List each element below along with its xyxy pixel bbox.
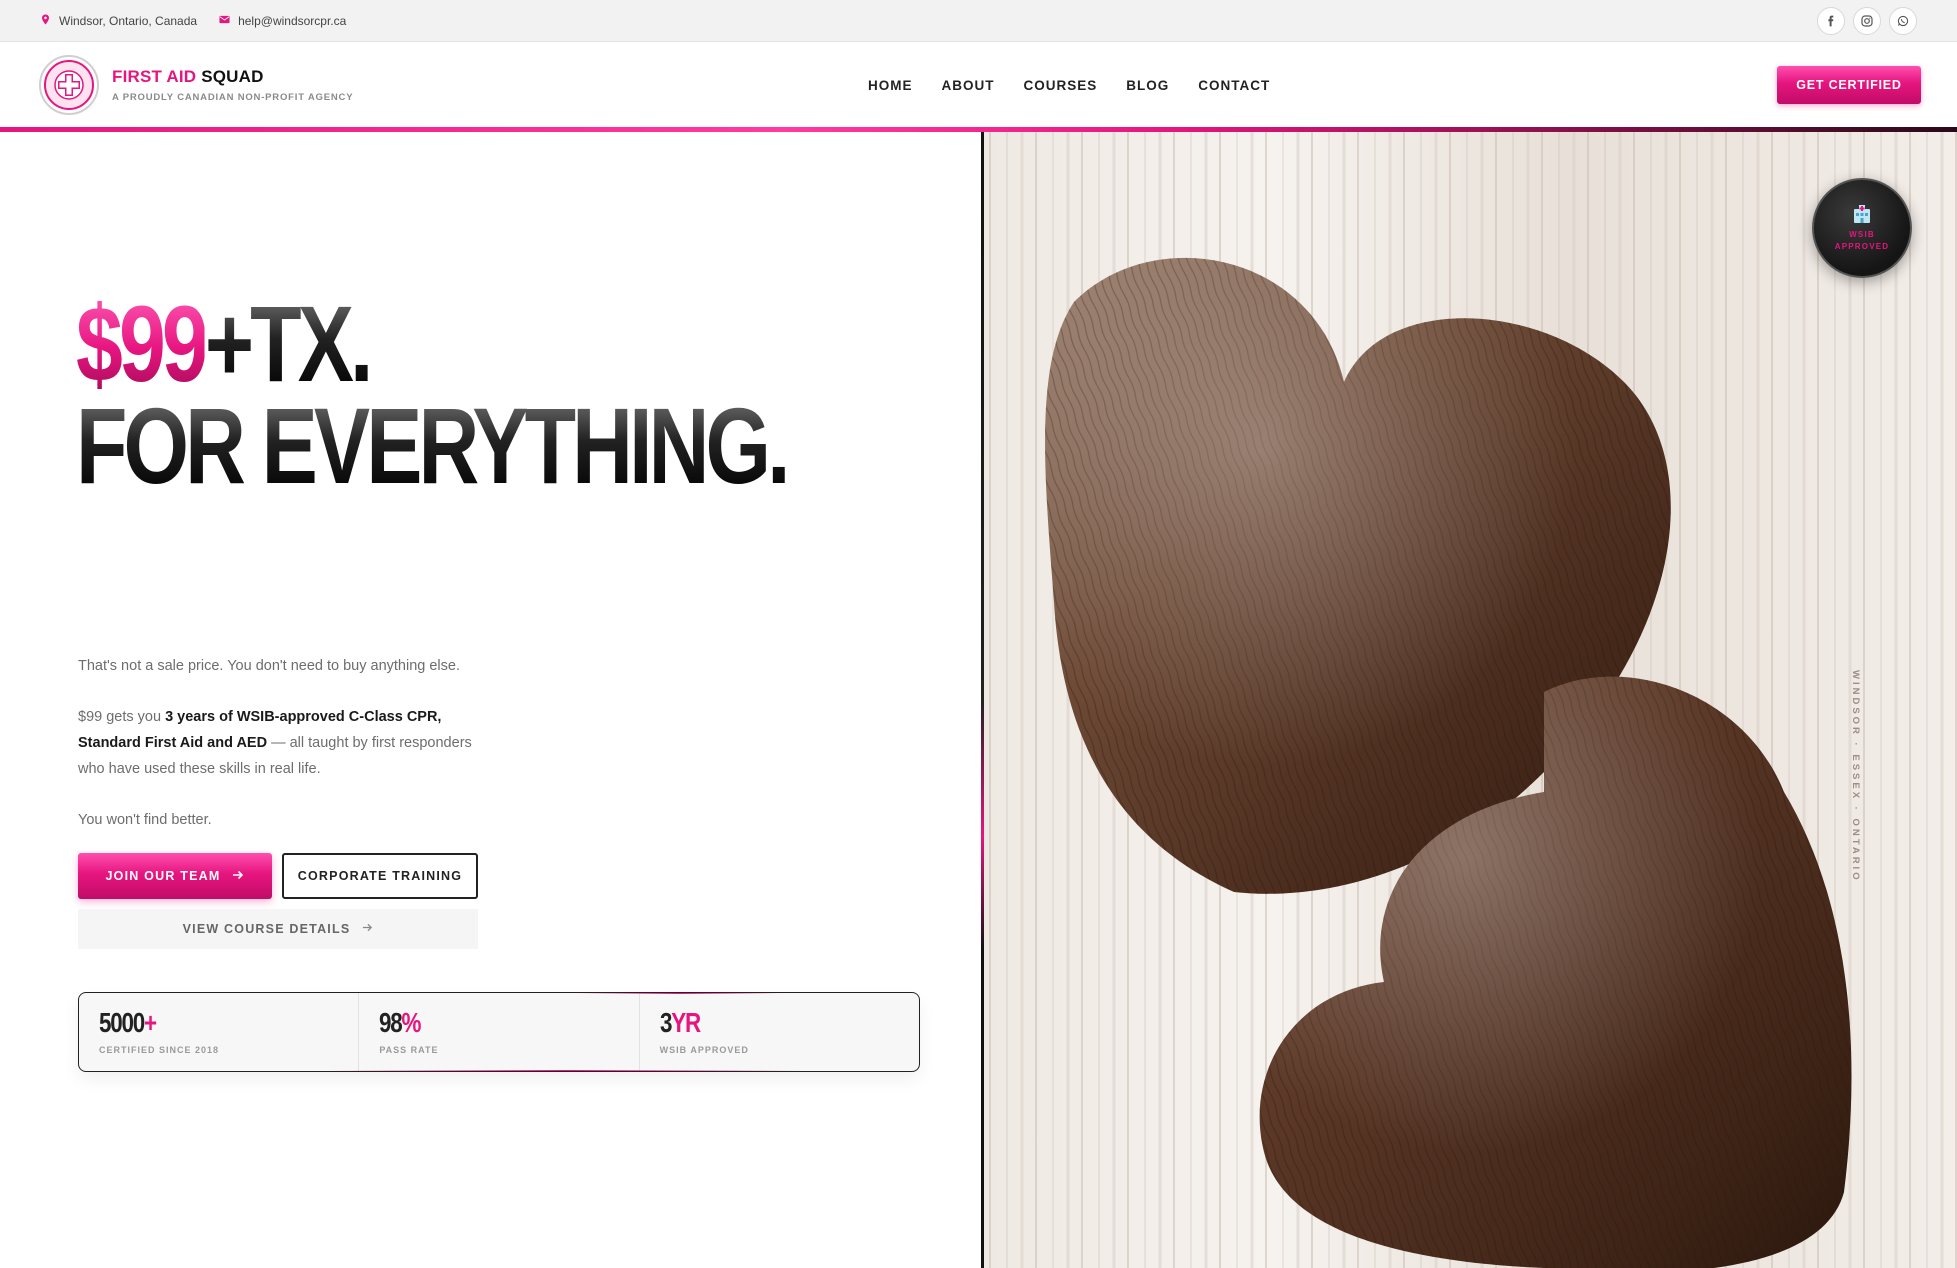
hospital-icon: [1851, 203, 1873, 225]
whatsapp-icon[interactable]: [1889, 6, 1917, 35]
headline-line-2: FOR EVERYTHING.: [76, 385, 791, 506]
get-certified-button[interactable]: GET CERTIFIED: [1777, 66, 1921, 104]
stat-value: 5000+: [99, 1009, 290, 1037]
stat-label: CERTIFIED SINCE 2018: [99, 1045, 220, 1055]
hero-offer-text: $99 gets you 3 years of WSIB-approved C-…: [78, 704, 498, 782]
stat-number: 5000: [99, 1007, 145, 1038]
stat-label: WSIB APPROVED: [659, 1045, 749, 1055]
email-link[interactable]: help@windsorcpr.ca: [238, 14, 346, 28]
contact-info: Windsor, Ontario, Canada help@windsorcpr…: [40, 14, 346, 28]
brand-name-accent: FIRST AID: [112, 67, 197, 86]
brand-logo[interactable]: FIRST AID SQUAD A PROUDLY CANADIAN NON-P…: [38, 54, 353, 116]
join-our-team-button[interactable]: JOIN OUR TEAM: [78, 853, 272, 899]
badge-line-1: WSIB: [1849, 230, 1875, 239]
brand-tagline: A PROUDLY CANADIAN NON-PROFIT AGENCY: [112, 92, 354, 103]
logo-emblem: [38, 54, 100, 116]
corporate-training-button[interactable]: CORPORATE TRAINING: [282, 853, 478, 899]
stat-pass-rate: 98% PASS RATE: [359, 993, 640, 1071]
wsib-approved-badge: WSIB APPROVED: [1812, 178, 1912, 278]
stat-value: 98%: [379, 1009, 570, 1037]
instagram-icon[interactable]: [1853, 6, 1881, 35]
top-bar: Windsor, Ontario, Canada help@windsorcpr…: [0, 0, 1957, 42]
hero-headline: $99 +TX. FOR EVERYTHING.: [76, 290, 987, 500]
nav-home[interactable]: HOME: [868, 78, 913, 93]
headline-price: $99: [76, 283, 209, 404]
stat-certified: 5000+ CERTIFIED SINCE 2018: [79, 993, 360, 1071]
badge-text: WSIB APPROVED: [1835, 229, 1890, 253]
nav-blog[interactable]: BLOG: [1126, 78, 1169, 93]
wooden-hearts-image: [984, 132, 1957, 1268]
join-button-label: JOIN OUR TEAM: [105, 869, 221, 883]
stat-suffix: +: [144, 1007, 157, 1038]
hero-intro-text: That's not a sale price. You don't need …: [78, 658, 460, 674]
nav-contact[interactable]: CONTACT: [1198, 78, 1270, 93]
brand-text: FIRST AID SQUAD A PROUDLY CANADIAN NON-P…: [112, 67, 353, 103]
hero-closing-text: You won't find better.: [78, 812, 212, 828]
nav-courses[interactable]: COURSES: [1024, 78, 1098, 93]
location-caption: WINDSOR · ESSEX · ONTARIO: [1850, 670, 1861, 883]
headline-line-1: $99 +TX.: [76, 290, 787, 398]
nav-about[interactable]: ABOUT: [942, 78, 995, 93]
offer-text-pre: $99 gets you: [78, 709, 166, 725]
main-nav: HOME ABOUT COURSES BLOG CONTACT: [868, 42, 1270, 128]
stat-number: 98: [379, 1007, 403, 1038]
stat-wsib: 3YR WSIB APPROVED: [640, 993, 919, 1071]
stat-suffix: YR: [670, 1007, 701, 1038]
map-pin-icon: [40, 13, 51, 28]
arrow-right-icon: [362, 922, 373, 936]
stat-number: 3: [659, 1007, 672, 1038]
stat-label: PASS RATE: [379, 1045, 439, 1055]
social-links: [1817, 6, 1917, 35]
view-course-details-button[interactable]: VIEW COURSE DETAILS: [78, 909, 478, 949]
stat-suffix: %: [401, 1007, 422, 1038]
facebook-icon[interactable]: [1817, 6, 1845, 35]
badge-line-2: APPROVED: [1834, 242, 1890, 251]
email-item[interactable]: help@windsorcpr.ca: [219, 14, 346, 28]
headline-price-suffix: +TX.: [204, 283, 374, 404]
hero-image: [984, 132, 1957, 1268]
brand-name: FIRST AID SQUAD: [112, 67, 353, 87]
mail-icon: [219, 14, 230, 28]
brand-name-rest: SQUAD: [196, 67, 264, 86]
location-item: Windsor, Ontario, Canada: [40, 14, 197, 28]
headline-everything: FOR EVERYTHING.: [76, 385, 791, 506]
main-header: FIRST AID SQUAD A PROUDLY CANADIAN NON-P…: [0, 42, 1957, 128]
stats-panel: 5000+ CERTIFIED SINCE 2018 98% PASS RATE…: [78, 992, 920, 1072]
location-text: Windsor, Ontario, Canada: [59, 13, 198, 28]
stat-value: 3YR: [660, 1009, 851, 1037]
view-details-label: VIEW COURSE DETAILS: [182, 922, 351, 936]
arrow-right-icon: [232, 869, 244, 884]
